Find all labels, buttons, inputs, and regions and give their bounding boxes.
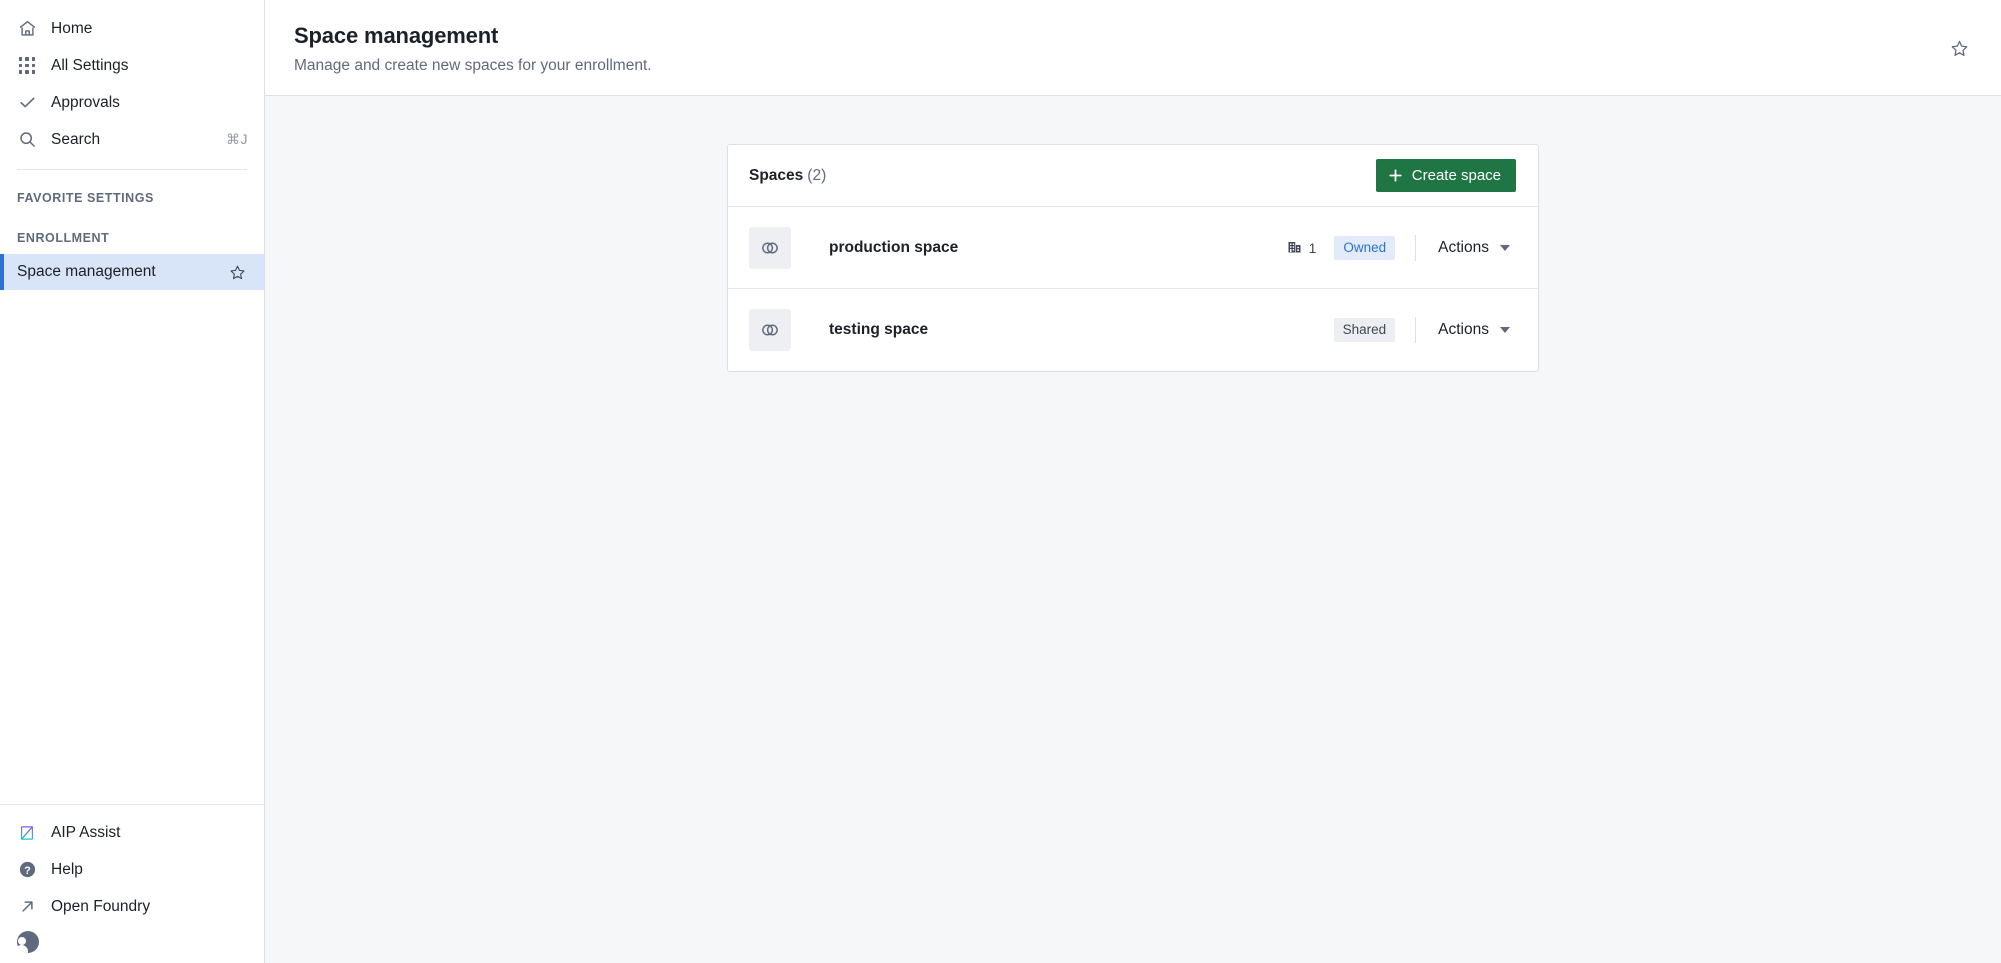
sidebar-flex-spacer (0, 290, 264, 804)
actions-button[interactable]: Actions (1432, 315, 1516, 345)
row-meta: 1 Owned Actions (1287, 233, 1516, 263)
chevron-down-icon (1500, 327, 1510, 333)
sidebar-item-label: All Settings (51, 56, 129, 74)
help-circle-icon: ? (17, 860, 37, 880)
sidebar-item-label: Approvals (51, 93, 120, 111)
page-title: Space management (294, 23, 499, 48)
actions-label: Actions (1438, 321, 1489, 338)
page-subtitle: Manage and create new spaces for your en… (294, 57, 652, 74)
spaces-venn-icon (749, 309, 791, 351)
create-space-label: Create space (1411, 167, 1501, 184)
sidebar-item-help[interactable]: ? Help (0, 851, 264, 888)
organization-count: 1 (1287, 239, 1317, 257)
check-icon (17, 93, 37, 113)
plus-icon (1388, 168, 1403, 183)
table-row[interactable]: production space 1 Owned Actions (728, 207, 1538, 289)
sidebar-item-label: Open Foundry (51, 897, 151, 915)
sidebar-section-enrollment: ENROLLMENT (17, 231, 110, 245)
spaces-card-title: Spaces (2) (749, 167, 826, 185)
search-icon (17, 130, 37, 150)
chevron-down-icon (1500, 244, 1510, 251)
spaces-title-text: Spaces (749, 166, 804, 184)
content-area: Spaces (2) Create space production space… (265, 96, 2001, 963)
status-badge: Owned (1334, 235, 1396, 260)
main-content: Space management Manage and create new s… (265, 0, 2001, 963)
sidebar-item-space-management[interactable]: Space management (0, 254, 264, 290)
sidebar-bottom-nav: AIP Assist ? Help Open Foundry (0, 804, 264, 963)
create-space-button[interactable]: Create space (1375, 159, 1516, 192)
sidebar-item-label: Home (51, 19, 93, 37)
sidebar-item-open-foundry[interactable]: Open Foundry (0, 888, 264, 925)
space-name: testing space (829, 321, 929, 338)
app-root: Home All Settings Approvals Search ⌘J FA… (0, 0, 2001, 963)
sidebar-item-aip-assist[interactable]: AIP Assist (0, 814, 264, 851)
row-meta: Shared Actions (1333, 315, 1516, 345)
sidebar-item-search[interactable]: Search ⌘J (0, 121, 264, 158)
row-separator (1415, 234, 1417, 261)
space-name: production space (829, 238, 959, 256)
sidebar-item-label: Space management (17, 263, 156, 280)
sidebar-item-label: AIP Assist (51, 823, 121, 841)
sidebar: Home All Settings Approvals Search ⌘J FA… (0, 0, 265, 963)
grid-icon (17, 56, 37, 76)
spaces-card-header: Spaces (2) Create space (728, 145, 1538, 207)
spaces-venn-icon (749, 226, 791, 269)
home-icon (17, 19, 37, 39)
page-header: Space management Manage and create new s… (265, 0, 2001, 96)
star-icon[interactable] (228, 263, 246, 281)
table-row[interactable]: testing space Shared Actions (728, 289, 1538, 371)
sidebar-section-favorite-settings: FAVORITE SETTINGS (17, 191, 154, 205)
page-header-text: Space management Manage and create new s… (289, 18, 1945, 76)
sidebar-item-approvals[interactable]: Approvals (0, 84, 264, 121)
actions-label: Actions (1438, 238, 1489, 256)
status-badge: Shared (1333, 318, 1396, 342)
aip-assist-icon (17, 823, 37, 843)
user-avatar-icon (17, 931, 39, 953)
external-link-arrow-icon (17, 897, 37, 917)
svg-text:?: ? (24, 865, 31, 877)
sidebar-item-label: Search (51, 130, 101, 148)
organization-count-value: 1 (1308, 239, 1317, 256)
sidebar-item-label: Help (51, 860, 83, 878)
building-icon (1287, 239, 1302, 257)
search-shortcut: ⌘J (226, 131, 248, 147)
sidebar-item-all-settings[interactable]: All Settings (0, 47, 264, 84)
spaces-count: (2) (807, 166, 827, 184)
sidebar-item-home[interactable]: Home (0, 10, 264, 47)
favorite-star-icon[interactable] (1945, 34, 1973, 62)
spaces-card: Spaces (2) Create space production space… (727, 144, 1539, 372)
sidebar-item-account[interactable] (0, 925, 264, 959)
row-separator (1415, 317, 1417, 343)
actions-button[interactable]: Actions (1432, 233, 1516, 263)
sidebar-top-nav: Home All Settings Approvals Search ⌘J FA… (0, 0, 264, 290)
